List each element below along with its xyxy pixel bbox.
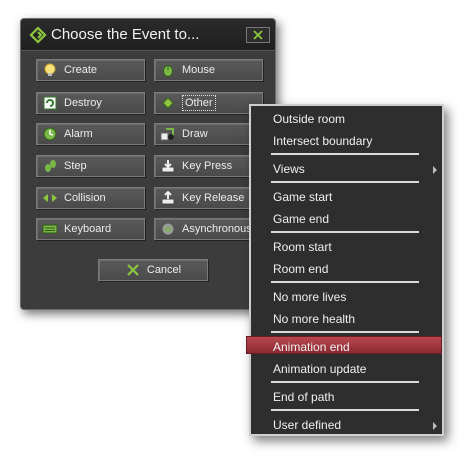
menu-item-game-start[interactable]: Game start <box>273 190 332 204</box>
cancel-x-icon <box>125 262 141 278</box>
menu-item-animation-update[interactable]: Animation update <box>273 362 366 376</box>
menu-separator <box>271 153 419 155</box>
globe-icon <box>160 221 176 237</box>
mouse-icon <box>160 62 176 78</box>
create-event-button[interactable]: Create <box>36 59 145 81</box>
menu-item-outside-room[interactable]: Outside room <box>273 112 345 126</box>
destroy-event-button[interactable]: Destroy <box>36 92 145 114</box>
key-down-icon <box>160 158 176 174</box>
collision-arrows-icon <box>42 190 58 206</box>
mouse-event-label: Mouse <box>182 64 216 76</box>
paint-icon <box>160 126 176 142</box>
key-press-event-label: Key Press <box>182 160 233 172</box>
cancel-label: Cancel <box>146 264 182 276</box>
collision-event-label: Collision <box>64 192 106 204</box>
other-event-label: Other <box>182 95 216 111</box>
clock-icon <box>42 126 58 142</box>
destroy-event-label: Destroy <box>64 97 102 109</box>
alarm-event-label: Alarm <box>64 128 93 140</box>
menu-item-no-more-lives[interactable]: No more lives <box>273 290 346 304</box>
cancel-button[interactable]: Cancel <box>98 259 208 281</box>
lightbulb-icon <box>42 62 58 78</box>
alarm-event-button[interactable]: Alarm <box>36 123 145 145</box>
collision-event-button[interactable]: Collision <box>36 187 145 209</box>
submenu-arrow-icon <box>433 422 437 430</box>
dialog-title: Choose the Event to... <box>51 26 200 43</box>
mouse-event-button[interactable]: Mouse <box>154 59 263 81</box>
close-button[interactable] <box>246 27 270 43</box>
key-release-event-button[interactable]: Key Release <box>154 187 263 209</box>
choose-event-dialog: Choose the Event to... Create Mouse Dest… <box>20 18 276 310</box>
asynchronous-event-label: Asynchronous <box>182 223 252 235</box>
menu-item-room-end[interactable]: Room end <box>273 262 328 276</box>
menu-separator <box>271 331 419 333</box>
recycle-icon <box>42 95 58 111</box>
draw-event-label: Draw <box>182 128 208 140</box>
key-press-event-button[interactable]: Key Press <box>154 155 263 177</box>
menu-separator <box>271 409 419 411</box>
step-event-label: Step <box>64 160 87 172</box>
key-release-event-label: Key Release <box>182 192 245 204</box>
menu-item-views[interactable]: Views <box>273 162 305 176</box>
keyboard-event-label: Keyboard <box>64 223 112 235</box>
gamemaker-logo-icon <box>29 26 47 44</box>
steps-icon <box>42 158 58 174</box>
draw-event-button[interactable]: Draw <box>154 123 263 145</box>
menu-item-animation-end[interactable]: Animation end <box>273 340 350 354</box>
key-up-icon <box>160 190 176 206</box>
menu-separator <box>271 181 419 183</box>
step-event-button[interactable]: Step <box>36 155 145 177</box>
submenu-arrow-icon <box>433 166 437 174</box>
menu-separator <box>271 281 419 283</box>
diamond-icon <box>160 95 176 111</box>
other-event-button[interactable]: Other <box>154 92 263 114</box>
menu-item-game-end[interactable]: Game end <box>273 212 329 226</box>
keyboard-icon <box>42 221 58 237</box>
dialog-titlebar[interactable]: Choose the Event to... <box>21 19 275 51</box>
menu-item-intersect-boundary[interactable]: Intersect boundary <box>273 134 372 148</box>
menu-item-user-defined[interactable]: User defined <box>273 418 341 432</box>
create-event-label: Create <box>64 64 98 76</box>
menu-item-end-of-path[interactable]: End of path <box>273 390 334 404</box>
menu-item-no-more-health[interactable]: No more health <box>273 312 355 326</box>
menu-item-room-start[interactable]: Room start <box>273 240 332 254</box>
keyboard-event-button[interactable]: Keyboard <box>36 218 145 240</box>
close-icon <box>253 30 263 40</box>
other-events-menu: Outside room Intersect boundary Views Ga… <box>246 104 444 436</box>
menu-separator <box>271 381 419 383</box>
menu-separator <box>271 231 419 233</box>
